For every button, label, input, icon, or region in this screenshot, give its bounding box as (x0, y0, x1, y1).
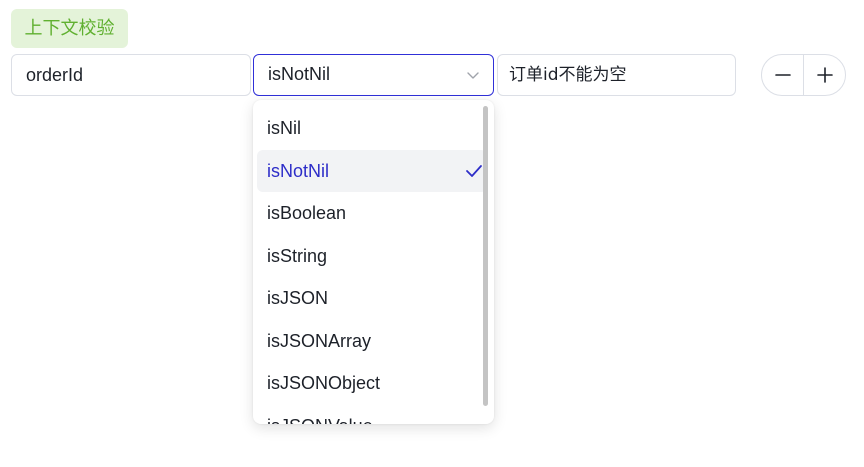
option-isjsonobject[interactable]: isJSONObject (257, 362, 487, 405)
remove-row-button[interactable] (762, 55, 804, 95)
validator-select-value: isNotNil (268, 64, 331, 84)
option-label: isJSONObject (267, 373, 381, 393)
option-label: isNotNil (267, 160, 330, 181)
option-label: isJSON (267, 288, 329, 308)
section-tag: 上下文校验 (11, 9, 128, 48)
option-isjsonarray[interactable]: isJSONArray (257, 320, 487, 363)
option-isstring[interactable]: isString (257, 235, 487, 278)
option-isboolean[interactable]: isBoolean (257, 192, 487, 235)
validator-dropdown: isNil isNotNil isBoolean isString isJSON… (253, 100, 494, 424)
add-row-button[interactable] (804, 55, 845, 95)
option-label: isJSONArray (267, 330, 372, 351)
option-isjson[interactable]: isJSON (257, 277, 487, 320)
option-isjsonvalue[interactable]: isJSONValue (257, 405, 487, 425)
check-icon (466, 164, 482, 177)
option-label: isJSONValue (267, 416, 373, 425)
option-isnil[interactable]: isNil (257, 107, 487, 150)
message-input[interactable]: 订单id不能为空 (497, 54, 736, 96)
option-label: isBoolean (267, 203, 347, 223)
dropdown-scrollbar[interactable] (483, 106, 488, 406)
row-stepper (761, 54, 846, 96)
minus-icon (774, 74, 791, 76)
chevron-down-icon (467, 72, 479, 79)
plus-icon (816, 67, 833, 83)
key-input[interactable]: orderId (11, 54, 251, 96)
option-label: isNil (267, 118, 301, 138)
validator-select[interactable]: isNotNil (253, 54, 494, 96)
option-label: isString (267, 245, 328, 266)
option-isnotnil[interactable]: isNotNil (257, 149, 487, 192)
